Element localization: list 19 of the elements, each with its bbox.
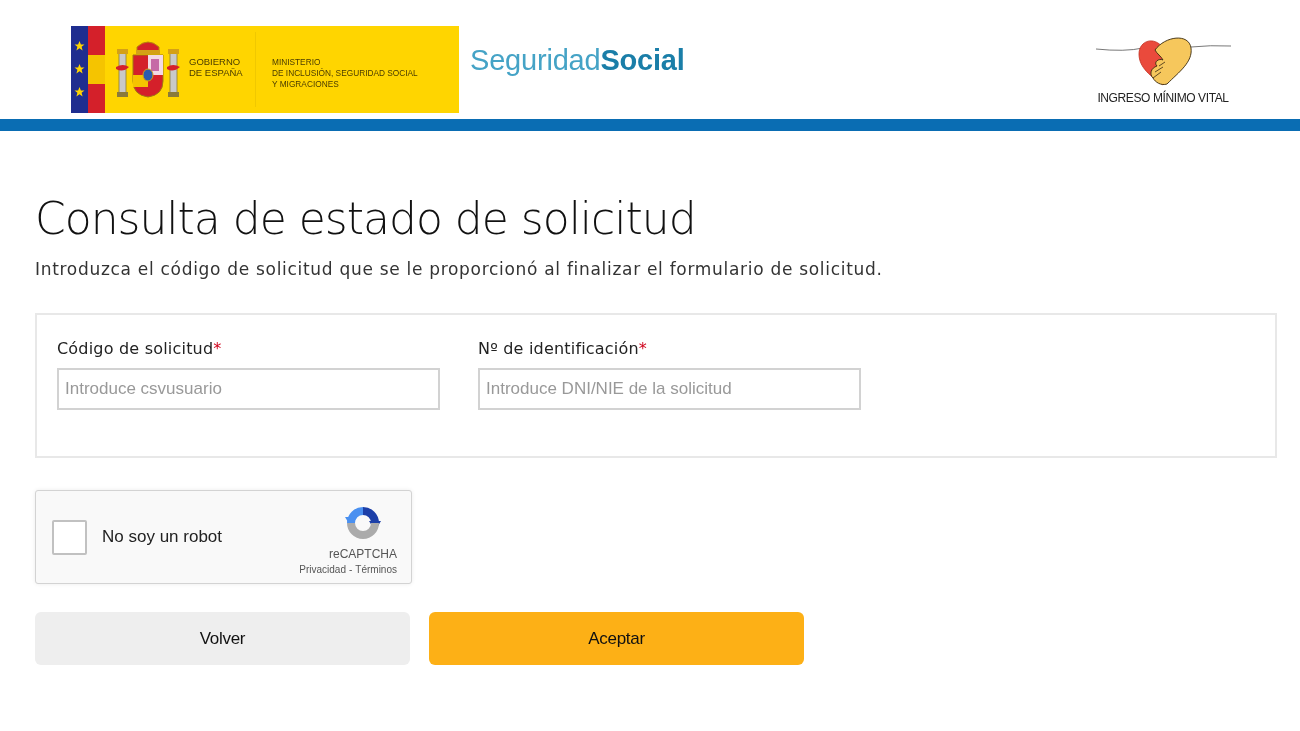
government-name: GOBIERNO DE ESPAÑA: [189, 56, 244, 80]
input-field[interactable]: Introduce csvusuario: [57, 368, 440, 410]
field-label: Código de solicitud*: [57, 338, 223, 360]
captcha-label: No soy un robot: [102, 527, 222, 547]
terms-link[interactable]: Términos: [355, 563, 397, 576]
back-button[interactable]: Volver: [35, 612, 410, 665]
heart-hands-icon: [1094, 34, 1232, 88]
input-field[interactable]: Introduce DNI/NIE de la solicitud: [478, 368, 861, 410]
field-label: Nº de identificación*: [478, 338, 649, 360]
accept-button[interactable]: Aceptar: [429, 612, 804, 665]
brand-logo-text: SeguridadSocial: [470, 43, 685, 78]
ministry-name: MINISTERIO DE INCLUSIÓN, SEGURIDAD SOCIAL Y MIGRACIONES: [272, 57, 418, 91]
captcha-checkbox[interactable]: [52, 519, 87, 555]
page-subtitle: Introduzca el código de solicitud que se le proporcionó al finalizar el formulario de solicitud.: [35, 258, 884, 281]
privacy-link[interactable]: Privacidad: [299, 563, 346, 576]
page-title: Consulta de estado de solicitud: [35, 194, 697, 244]
program-logo-caption: INGRESO MÍNIMO VITAL: [1097, 91, 1229, 106]
captcha-brand-text: reCAPTCHA: [329, 547, 397, 561]
link-separator: -: [348, 563, 353, 576]
